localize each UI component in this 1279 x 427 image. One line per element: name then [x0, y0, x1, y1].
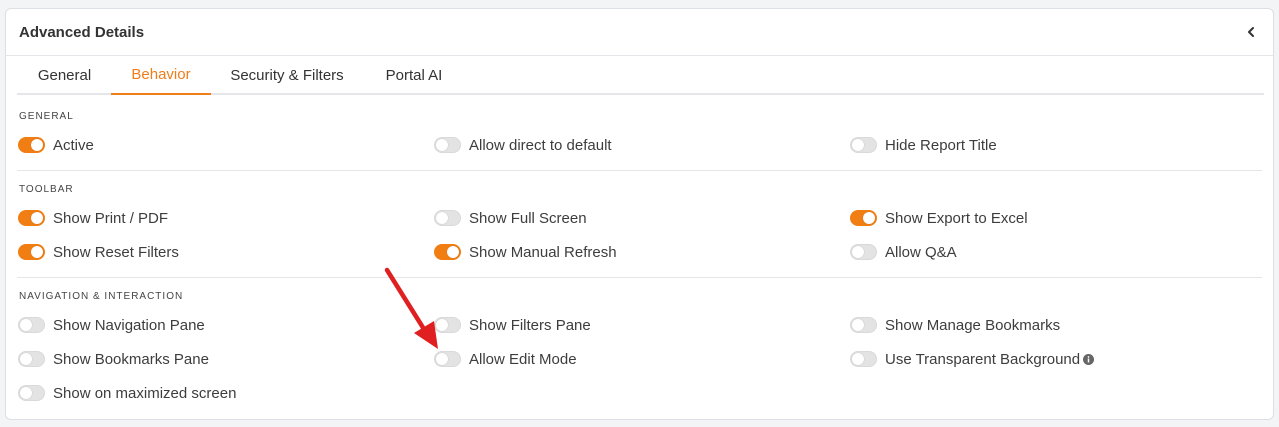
toggle-switch[interactable] — [18, 317, 45, 333]
toggle-switch[interactable] — [18, 137, 45, 153]
option-use-transparent-background[interactable]: Use Transparent Background — [850, 349, 1095, 369]
toggle-switch[interactable] — [850, 351, 877, 367]
option-label: Allow direct to default — [469, 136, 612, 154]
section-label-navigation: NAVIGATION & INTERACTION — [19, 291, 184, 302]
toggle-switch[interactable] — [850, 137, 877, 153]
info-icon[interactable] — [1083, 353, 1095, 365]
tab-general[interactable]: General — [17, 56, 112, 95]
option-label: Active — [53, 136, 94, 154]
tab-portal-ai[interactable]: Portal AI — [369, 56, 459, 95]
option-allow-edit-mode[interactable]: Allow Edit Mode — [434, 349, 577, 369]
toggle-switch[interactable] — [434, 210, 461, 226]
toggle-switch[interactable] — [434, 137, 461, 153]
option-label: Allow Edit Mode — [469, 350, 577, 368]
option-label: Show on maximized screen — [53, 384, 237, 402]
collapse-button[interactable] — [1243, 23, 1259, 41]
toggle-switch[interactable] — [18, 244, 45, 260]
option-label: Allow Q&A — [885, 243, 957, 261]
option-show-navigation-pane[interactable]: Show Navigation Pane — [18, 315, 205, 335]
option-label: Show Navigation Pane — [53, 316, 205, 334]
tab-security-filters[interactable]: Security & Filters — [217, 56, 357, 95]
option-label: Show Export to Excel — [885, 209, 1028, 227]
panel-title: Advanced Details — [19, 24, 145, 41]
option-show-manual-refresh[interactable]: Show Manual Refresh — [434, 242, 617, 262]
option-show-export-to-excel[interactable]: Show Export to Excel — [850, 208, 1028, 228]
option-show-filters-pane[interactable]: Show Filters Pane — [434, 315, 591, 335]
option-label: Show Reset Filters — [53, 243, 179, 261]
option-label: Show Bookmarks Pane — [53, 350, 209, 368]
option-label: Show Manage Bookmarks — [885, 316, 1061, 334]
option-label: Show Print / PDF — [53, 209, 169, 227]
option-active[interactable]: Active — [18, 135, 94, 155]
tab-behavior[interactable]: Behavior — [111, 56, 211, 95]
section-label-general: GENERAL — [19, 111, 74, 122]
option-show-print-pdf[interactable]: Show Print / PDF — [18, 208, 168, 228]
option-label: Hide Report Title — [885, 136, 997, 154]
option-show-full-screen[interactable]: Show Full Screen — [434, 208, 587, 228]
option-allow-qa[interactable]: Allow Q&A — [850, 242, 957, 262]
toggle-switch[interactable] — [18, 351, 45, 367]
section-label-toolbar: TOOLBAR — [19, 184, 74, 195]
option-show-bookmarks-pane[interactable]: Show Bookmarks Pane — [18, 349, 209, 369]
toggle-switch[interactable] — [18, 385, 45, 401]
toggle-switch[interactable] — [850, 244, 877, 260]
option-hide-report-title[interactable]: Hide Report Title — [850, 135, 997, 155]
section-divider — [17, 277, 1262, 278]
annotation-arrow-icon — [384, 267, 438, 349]
toggle-switch[interactable] — [434, 244, 461, 260]
chevron-left-icon — [1248, 27, 1254, 37]
toggle-switch[interactable] — [18, 210, 45, 226]
toggle-switch[interactable] — [850, 210, 877, 226]
option-show-manage-bookmarks[interactable]: Show Manage Bookmarks — [850, 315, 1060, 335]
toggle-switch[interactable] — [850, 317, 877, 333]
option-label: Show Manual Refresh — [469, 243, 617, 261]
option-allow-direct-to-default[interactable]: Allow direct to default — [434, 135, 612, 155]
section-divider — [17, 170, 1262, 171]
option-show-on-maximized-screen[interactable]: Show on maximized screen — [18, 383, 236, 403]
panel-header: Advanced Details — [6, 9, 1273, 56]
option-show-reset-filters[interactable]: Show Reset Filters — [18, 242, 179, 262]
option-label: Show Filters Pane — [469, 316, 591, 334]
tab-bar: General Behavior Security & Filters Port… — [17, 56, 1264, 95]
option-label: Use Transparent Background — [885, 350, 1081, 368]
option-label: Show Full Screen — [469, 209, 587, 227]
